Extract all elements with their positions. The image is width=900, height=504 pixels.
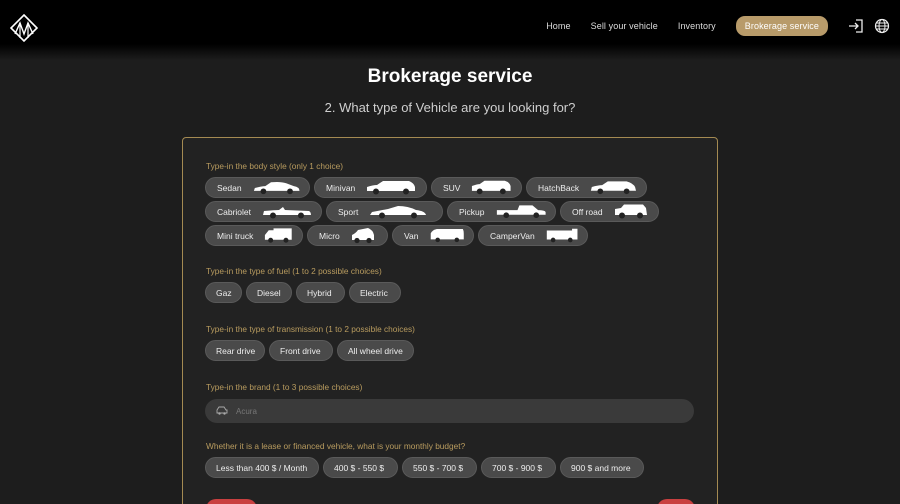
budget-less-than-400[interactable]: Less than 400 $ / Month (205, 457, 319, 478)
off-road-car-icon (614, 204, 647, 219)
login-icon[interactable] (848, 18, 864, 34)
chip-label: Mini truck (217, 230, 254, 241)
budget-900-more[interactable]: 900 $ and more (560, 457, 644, 478)
nav-home[interactable]: Home (546, 21, 570, 31)
budget-400-550[interactable]: 400 $ - 550 $ (323, 457, 398, 478)
body-style-sport[interactable]: Sport (326, 201, 443, 222)
suv-car-icon (472, 180, 512, 195)
pickup-car-icon (496, 205, 546, 219)
fuel-gaz[interactable]: Gaz (205, 282, 242, 303)
logo-icon[interactable] (10, 14, 38, 42)
previous-button[interactable] (206, 499, 257, 504)
body-style-hatchback[interactable]: HatchBack (526, 177, 647, 198)
chip-label: Micro (319, 230, 340, 241)
page-title: Brokerage service (367, 66, 533, 87)
body-style-sedan[interactable]: Sedan (205, 177, 310, 198)
budget-700-900[interactable]: 700 $ - 900 $ (481, 457, 556, 478)
budget-550-700[interactable]: 550 $ - 700 $ (402, 457, 477, 478)
minivan-car-icon (367, 181, 416, 195)
brand-label: Type-in the brand (1 to 3 possible choic… (206, 382, 363, 392)
body-style-campervan[interactable]: CamperVan (478, 225, 588, 246)
page-subtitle: 2. What type of Vehicle are you looking … (324, 100, 576, 115)
budget-options: Less than 400 $ / Month 400 $ - 550 $ 55… (205, 457, 648, 478)
transmission-front-drive[interactable]: Front drive (269, 340, 333, 361)
next-button[interactable] (657, 499, 695, 504)
chip-label: SUV (443, 182, 461, 193)
body-style-suv[interactable]: SUV (431, 177, 522, 198)
transmission-all-wheel-drive[interactable]: All wheel drive (337, 340, 414, 361)
nav-inventory[interactable]: Inventory (678, 21, 716, 31)
transmission-rear-drive[interactable]: Rear drive (205, 340, 265, 361)
car-search-icon (216, 406, 228, 415)
body-style-row-1: Sedan Minivan SUV HatchBack (205, 177, 651, 198)
body-style-cabriolet[interactable]: Cabriolet (205, 201, 322, 222)
chip-label: CamperVan (490, 230, 535, 241)
transmission-options: Rear drive Front drive All wheel drive (205, 340, 418, 361)
body-style-row-2: Cabriolet Sport Pickup Off road (205, 201, 663, 222)
fuel-hybrid[interactable]: Hybrid (296, 282, 345, 303)
transmission-label: Type-in the type of transmission (1 to 2… (206, 324, 415, 334)
mini-truck-icon (265, 228, 293, 243)
chip-label: Pickup (459, 206, 485, 217)
nav-sell-vehicle[interactable]: Sell your vehicle (591, 21, 658, 31)
chip-label: Sedan (217, 182, 242, 193)
chip-label: Van (404, 230, 419, 241)
chip-label: Sport (338, 206, 359, 217)
nav-brokerage-service[interactable]: Brokerage service (735, 16, 828, 36)
fuel-electric[interactable]: Electric (349, 282, 401, 303)
cabriolet-car-icon (263, 207, 312, 219)
budget-label: Whether it is a lease or financed vehicl… (206, 441, 466, 451)
body-style-minivan[interactable]: Minivan (314, 177, 427, 198)
body-style-label: Type-in the body style (only 1 choice) (206, 161, 343, 171)
chip-label: HatchBack (538, 182, 580, 193)
sport-car-icon (370, 206, 427, 219)
fuel-label: Type-in the type of fuel (1 to 2 possibl… (206, 266, 382, 276)
globe-icon[interactable] (874, 18, 890, 34)
micro-car-icon (351, 228, 374, 244)
body-style-off-road[interactable]: Off road (560, 201, 659, 222)
main-nav: Home Sell your vehicle Inventory Brokera… (546, 16, 890, 36)
campervan-icon (546, 228, 578, 243)
body-style-pickup[interactable]: Pickup (447, 201, 556, 222)
body-style-van[interactable]: Van (392, 225, 474, 246)
chip-label: Cabriolet (217, 206, 252, 217)
sedan-car-icon (253, 181, 300, 195)
brand-search-field[interactable] (205, 399, 694, 423)
brokerage-form: Type-in the body style (only 1 choice) S… (182, 137, 718, 504)
body-style-micro[interactable]: Micro (307, 225, 388, 246)
chip-label: Off road (572, 206, 603, 217)
fuel-options: Gaz Diesel Hybrid Electric (205, 282, 405, 303)
hatchback-car-icon (590, 181, 637, 195)
fuel-diesel[interactable]: Diesel (246, 282, 292, 303)
chip-label: Minivan (326, 182, 356, 193)
brand-input[interactable] (236, 406, 676, 416)
body-style-mini-truck[interactable]: Mini truck (205, 225, 303, 246)
van-icon (430, 228, 464, 243)
header: Home Sell your vehicle Inventory Brokera… (0, 0, 900, 52)
body-style-row-3: Mini truck Micro Van CamperVan (205, 225, 592, 246)
